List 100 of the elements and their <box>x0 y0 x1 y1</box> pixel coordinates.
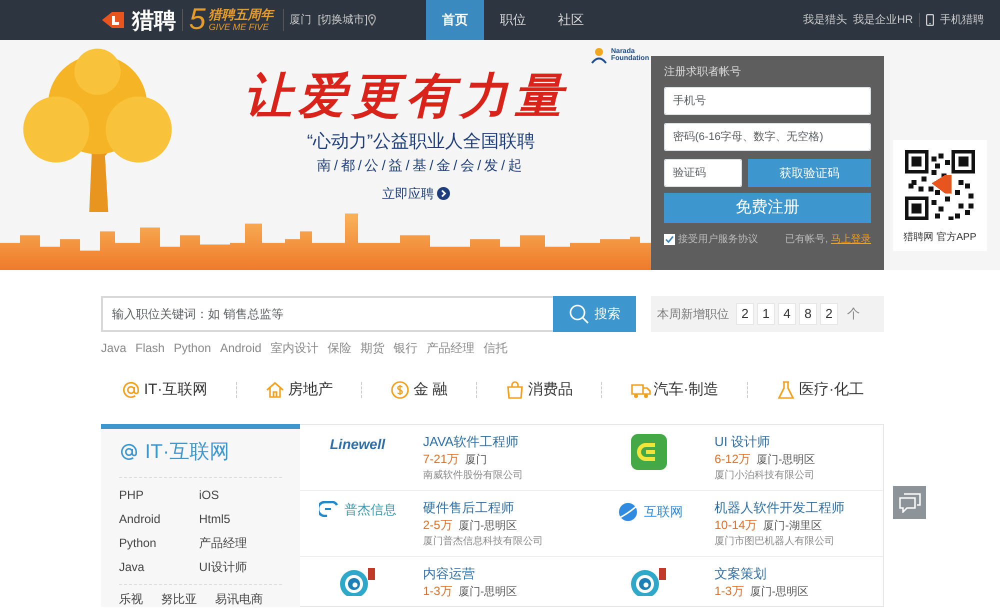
digit: 1 <box>757 303 775 325</box>
job-salary: 2-5万 <box>423 516 452 534</box>
hot-tag[interactable]: Flash <box>135 339 165 357</box>
skill-link[interactable]: PHP <box>119 486 199 504</box>
weekly-unit: 个 <box>847 305 860 324</box>
anniversary-number: 5 <box>189 5 206 35</box>
feedback-button[interactable] <box>893 486 926 519</box>
login-prompt: 已有帐号, <box>785 232 828 246</box>
location-pin-icon <box>368 14 376 26</box>
header-link[interactable]: 我是企业HR <box>853 12 913 28</box>
job-location: 厦门 <box>465 452 488 468</box>
agree-checkbox[interactable] <box>664 234 675 244</box>
app-caption: 猎聘网 官方APP <box>902 230 978 245</box>
job-title[interactable]: 文案策划 <box>714 566 809 582</box>
hot-tag[interactable]: Python <box>174 339 212 357</box>
phone-field[interactable]: 手机号 <box>664 86 871 114</box>
hot-tag[interactable]: 保险 <box>327 339 352 357</box>
logo-icon <box>100 10 126 30</box>
job-salary: 1-3万 <box>423 582 452 600</box>
chat-bubbles-icon <box>898 492 920 512</box>
job-location: 厦门-思明区 <box>458 518 518 534</box>
header-link[interactable]: 手机猎聘 <box>940 12 984 28</box>
skill-link[interactable]: Android <box>119 510 199 528</box>
hot-tag[interactable]: 银行 <box>393 339 418 357</box>
city-switch-link[interactable]: [切换城市] <box>318 12 368 28</box>
skill-link[interactable]: 产品经理 <box>199 534 279 552</box>
industry-link[interactable]: 汽车·制造 <box>654 379 718 402</box>
foundation-logo-icon <box>590 46 608 64</box>
anniversary-title: 猎聘五周年 <box>208 8 274 23</box>
shopping-bag-icon <box>505 380 525 400</box>
hot-tag[interactable]: 室内设计 <box>270 339 318 357</box>
industry-link[interactable]: 消费品 <box>528 379 573 402</box>
current-city: 厦门 <box>290 12 312 28</box>
nav-tab[interactable]: 职位 <box>484 0 542 40</box>
skill-link[interactable]: Java <box>119 558 199 576</box>
company-link[interactable]: 易讯电商 <box>215 590 263 606</box>
at-sign-icon <box>121 380 141 400</box>
hot-tag[interactable]: Java <box>101 339 126 357</box>
job-title[interactable]: 硬件售后工程师 <box>423 500 543 516</box>
industry-link[interactable]: 房地产 <box>288 379 333 402</box>
job-title[interactable]: UI 设计师 <box>714 434 816 450</box>
house-icon <box>264 380 285 400</box>
job-title[interactable]: JAVA软件工程师 <box>423 434 523 450</box>
spiral-logo-icon <box>338 566 378 596</box>
industry-link[interactable]: IT·互联网 <box>144 379 208 402</box>
digit: 2 <box>736 303 754 325</box>
app-logo-icon <box>631 434 667 470</box>
digit: 4 <box>778 303 796 325</box>
banner-headline: 让爱更有力量 <box>244 72 568 120</box>
skill-link[interactable]: UI设计师 <box>199 558 279 576</box>
register-title: 注册求职者帐号 <box>664 64 742 80</box>
job-title[interactable]: 机器人软件开发工程师 <box>714 500 844 516</box>
job-company: 厦门市图巴机器人有限公司 <box>714 534 836 550</box>
hot-tag[interactable]: 信托 <box>483 339 508 357</box>
nav-tab[interactable]: 首页 <box>426 0 484 40</box>
qr-code-icon <box>905 150 975 220</box>
hot-tag[interactable]: 产品经理 <box>426 339 474 357</box>
job-company: 南威软件股份有限公司 <box>423 468 523 484</box>
hot-tag[interactable]: 期货 <box>360 339 384 357</box>
hot-tag[interactable]: Android <box>220 339 262 357</box>
chevron-right-icon <box>437 187 450 200</box>
job-salary: 7-21万 <box>423 450 460 468</box>
company-logo-text: 普杰信息 <box>344 500 396 518</box>
company-logo: Linewell <box>330 434 386 454</box>
company-link[interactable]: 努比亚 <box>161 590 197 606</box>
banner-initiator: 南/都/公/益/基/金/会/发/起 <box>316 156 526 175</box>
banner-subtitle: “心动力”公益职业人全国联聘 <box>307 130 535 153</box>
skill-link[interactable]: iOS <box>199 486 279 504</box>
industry-link[interactable]: 医疗·化工 <box>799 379 864 402</box>
job-location: 厦门-思明区 <box>756 452 816 468</box>
company-logo-text: 互联网 <box>644 502 683 521</box>
apply-link[interactable]: 立即应聘 <box>382 184 450 204</box>
header-link[interactable]: 我是猎头 <box>803 12 848 28</box>
anniversary-slogan: GIVE ME FIVE <box>208 22 270 32</box>
job-company: 厦门普杰信息科技有限公司 <box>423 534 543 550</box>
company-link[interactable]: 乐视 <box>119 590 143 606</box>
skill-link[interactable]: Html5 <box>199 510 279 528</box>
search-field[interactable]: 输入职位关键词：如 销售总监等 <box>101 296 553 332</box>
job-salary: 6-12万 <box>714 450 751 468</box>
industry-link[interactable]: 金 融 <box>413 379 448 402</box>
weekly-label: 本周新增职位 <box>657 306 729 323</box>
code-field[interactable]: 验证码 <box>664 158 742 186</box>
skill-link[interactable]: Python <box>119 534 199 552</box>
job-location: 厦门-湖里区 <box>763 518 822 534</box>
phone-icon <box>926 14 934 26</box>
password-field[interactable]: 密码(6-16字母、数字、无空格) <box>664 122 871 150</box>
job-title[interactable]: 内容运营 <box>423 566 518 582</box>
company-logo-icon <box>318 501 338 518</box>
spiral-logo-icon <box>629 566 669 596</box>
search-icon <box>568 304 588 324</box>
brand-name[interactable]: 猎聘 <box>132 4 176 36</box>
job-company: 厦门小泊科技有限公司 <box>714 468 816 484</box>
nav-tab[interactable]: 社区 <box>542 0 600 40</box>
digit: 2 <box>820 303 838 325</box>
job-salary: 1-3万 <box>714 582 744 600</box>
job-location: 厦门-思明区 <box>750 584 809 600</box>
job-salary: 10-14万 <box>714 516 758 534</box>
agree-label: 接受用户服务协议 <box>678 232 758 246</box>
flask-icon <box>776 380 796 400</box>
job-location: 厦门-思明区 <box>458 584 518 600</box>
